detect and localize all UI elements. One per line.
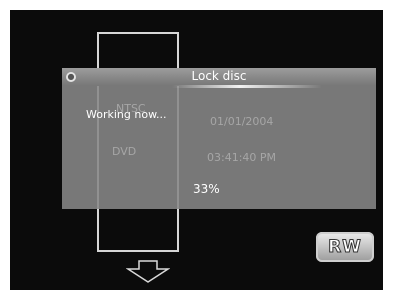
dialog-titlebar: ● Lock disc — [62, 68, 376, 88]
media-text: DVD — [112, 145, 137, 158]
dialog-title: Lock disc — [191, 69, 247, 83]
lock-disc-dialog: ● Lock disc NTSC 01/01/2004 DVD 03:41:40… — [62, 68, 376, 209]
down-arrow-icon[interactable] — [126, 260, 170, 284]
rw-label: RW — [328, 237, 362, 258]
rw-badge: RW — [316, 232, 374, 262]
screen: RW ● Lock disc NTSC 01/01/2004 DVD 03:41… — [10, 10, 383, 290]
time-text: 03:41:40 PM — [207, 151, 277, 164]
progress-percent: 33% — [193, 182, 220, 196]
status-text: Working now... — [86, 108, 167, 121]
title-highlight — [172, 85, 322, 88]
date-text: 01/01/2004 — [210, 115, 274, 128]
